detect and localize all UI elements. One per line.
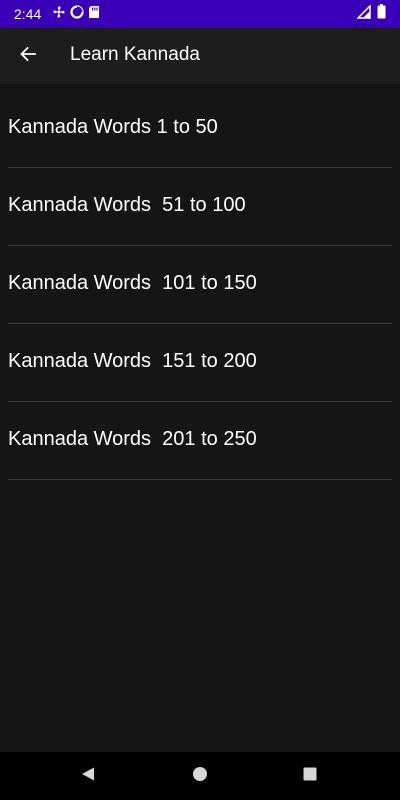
list-item-words-201-250[interactable]: Kannada Words 201 to 250 bbox=[8, 402, 392, 480]
list-item-label: Kannada Words 51 to 100 bbox=[8, 194, 246, 216]
system-nav-bar bbox=[0, 752, 400, 800]
signal-icon bbox=[356, 3, 371, 24]
list-item-words-151-200[interactable]: Kannada Words 151 to 200 bbox=[8, 324, 392, 402]
battery-icon bbox=[377, 4, 386, 24]
sd-card-icon bbox=[88, 5, 100, 24]
nav-home-button[interactable] bbox=[188, 764, 212, 788]
status-icons-left bbox=[52, 4, 100, 24]
nav-back-button[interactable] bbox=[76, 764, 100, 788]
status-icons-right bbox=[356, 3, 386, 24]
list-item-words-1-50[interactable]: Kannada Words 1 to 50 bbox=[8, 90, 392, 168]
page-title: Learn Kannada bbox=[70, 44, 200, 65]
back-triangle-icon bbox=[80, 766, 96, 787]
list-item-words-51-100[interactable]: Kannada Words 51 to 100 bbox=[8, 168, 392, 246]
screen: 2:44 Learn Kannada Kannada Words 1 to 50… bbox=[0, 0, 400, 800]
list-item-words-101-150[interactable]: Kannada Words 101 to 150 bbox=[8, 246, 392, 324]
list-item-label: Kannada Words 1 to 50 bbox=[8, 116, 218, 138]
back-button[interactable] bbox=[10, 38, 46, 74]
recents-square-icon bbox=[302, 766, 318, 787]
nav-recents-button[interactable] bbox=[298, 764, 322, 788]
arrow-back-icon bbox=[18, 44, 38, 69]
status-bar: 2:44 bbox=[0, 0, 400, 28]
data-saver-icon bbox=[70, 4, 84, 24]
lesson-list: Kannada Words 1 to 50 Kannada Words 51 t… bbox=[0, 90, 400, 480]
home-circle-icon bbox=[192, 766, 208, 787]
app-bar: Learn Kannada bbox=[0, 28, 400, 84]
list-item-label: Kannada Words 151 to 200 bbox=[8, 350, 257, 372]
list-item-label: Kannada Words 201 to 250 bbox=[8, 428, 257, 450]
list-item-label: Kannada Words 101 to 150 bbox=[8, 272, 257, 294]
fan-icon bbox=[52, 5, 66, 24]
status-time: 2:44 bbox=[14, 6, 42, 22]
